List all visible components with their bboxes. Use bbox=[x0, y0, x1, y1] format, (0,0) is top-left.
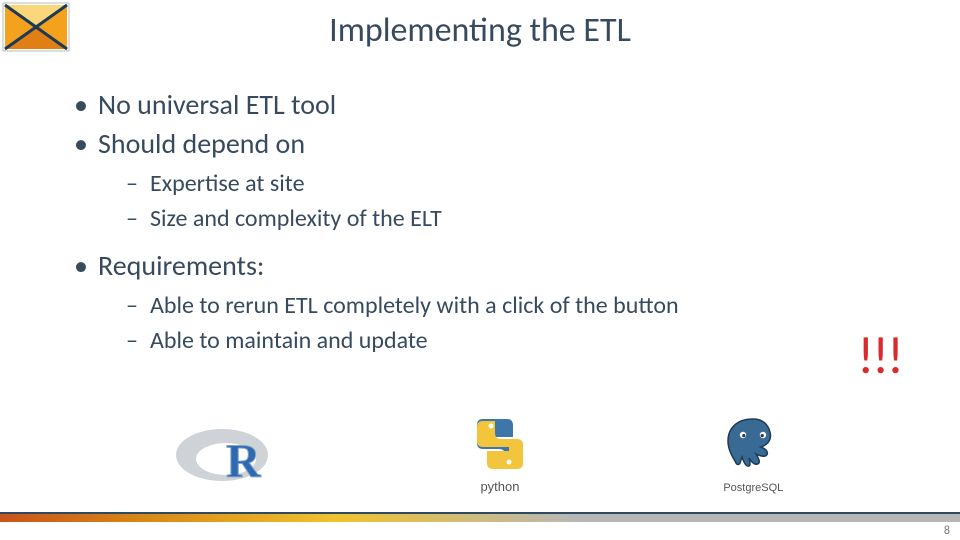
slide-title: Implementing the ETL bbox=[0, 10, 960, 51]
postgresql-logo-icon: PostgreSQL bbox=[718, 415, 788, 494]
python-label: python bbox=[465, 479, 535, 494]
r-letter: R bbox=[226, 435, 262, 488]
bullet-item: Should depend on Expertise at site Size … bbox=[72, 125, 910, 237]
sub-bullet-item: Able to rerun ETL completely with a clic… bbox=[98, 289, 910, 324]
r-logo-icon: R bbox=[172, 419, 282, 494]
sub-bullet-item: Able to maintain and update bbox=[98, 324, 910, 359]
bullet-item: Requirements: Able to rerun ETL complete… bbox=[72, 247, 910, 359]
python-logo-icon: python bbox=[465, 416, 535, 494]
bullet-text: Should depend on bbox=[98, 126, 305, 161]
sub-bullet-item: Size and complexity of the ELT bbox=[98, 202, 910, 237]
postgresql-label: PostgreSQL bbox=[718, 482, 788, 494]
footer-stripe bbox=[0, 514, 960, 522]
slide: Implementing the ETL No universal ETL to… bbox=[0, 0, 960, 540]
bullet-item: No universal ETL tool bbox=[72, 86, 910, 125]
logo-row: R python PostgreSQL bbox=[0, 414, 960, 494]
page-number: 8 bbox=[944, 524, 950, 538]
slide-body: No universal ETL tool Should depend on E… bbox=[72, 86, 910, 369]
bullet-text: Requirements: bbox=[98, 248, 264, 283]
sub-bullet-item: Expertise at site bbox=[98, 167, 910, 202]
emphasis-exclaim: !!! bbox=[857, 323, 902, 387]
